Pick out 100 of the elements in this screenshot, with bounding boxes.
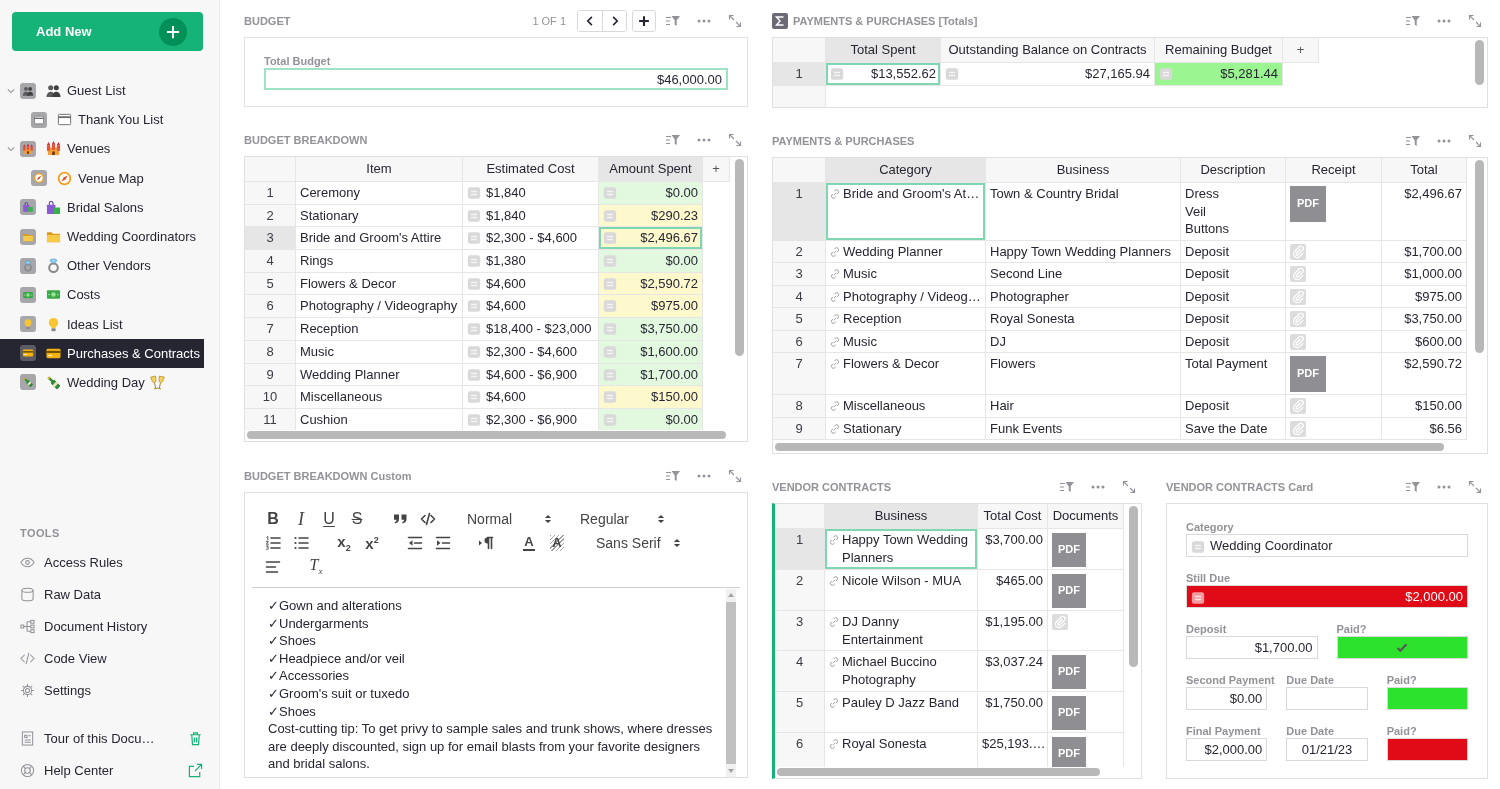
number-field[interactable]: $2,000.00 (1186, 738, 1268, 761)
superscript-button[interactable]: x$^{2}$ (358, 531, 386, 555)
choice-field[interactable]: Wedding Coordinator (1186, 534, 1468, 557)
date-field[interactable] (1286, 687, 1368, 710)
scroll-up-icon[interactable] (727, 591, 735, 599)
row-number[interactable]: 3 (775, 611, 825, 651)
row-number[interactable]: 4 (773, 285, 826, 308)
page-item[interactable]: Costs (0, 280, 204, 310)
vertical-scrollbar[interactable] (1475, 160, 1484, 353)
expand-icon[interactable] (727, 12, 743, 29)
horizontal-scrollbar[interactable] (777, 768, 1100, 776)
page-item[interactable]: Wedding Day (0, 367, 204, 398)
column-header[interactable]: Remaining Budget (1155, 38, 1283, 63)
formula-field[interactable]: $2,000.00 (1186, 585, 1468, 608)
subscript-button[interactable]: x$_{2}$ (330, 531, 358, 555)
column-header[interactable]: Total (1382, 158, 1467, 183)
external-link-icon[interactable] (188, 762, 203, 778)
add-record-button[interactable] (632, 9, 656, 32)
underline-button[interactable]: U (315, 507, 343, 531)
vertical-scrollbar[interactable] (1129, 506, 1138, 667)
vertical-scrollbar[interactable] (1475, 40, 1484, 85)
expand-icon[interactable] (1121, 478, 1137, 495)
paperclip-icon[interactable] (1290, 288, 1306, 305)
clear-format-button[interactable]: T$_{x}$ (302, 555, 330, 579)
expand-icon[interactable] (1467, 12, 1483, 29)
column-header[interactable]: Category (826, 158, 986, 183)
row-number[interactable]: 11 (245, 408, 296, 430)
page-item[interactable]: Venue Map (0, 163, 204, 193)
page-item[interactable]: Thank You List (0, 105, 204, 135)
row-number[interactable]: 2 (773, 240, 826, 263)
paid-toggle[interactable] (1386, 687, 1468, 710)
horizontal-scrollbar[interactable] (775, 443, 1444, 451)
add-column-button[interactable]: + (703, 157, 730, 182)
footer-link[interactable]: Tour of this Docu… (20, 730, 188, 746)
paperclip-icon[interactable] (1290, 311, 1306, 327)
column-header[interactable]: Item (296, 157, 463, 182)
tools-item[interactable]: Raw Data (0, 578, 203, 611)
row-number[interactable]: 6 (245, 295, 296, 319)
column-header[interactable]: Documents (1048, 504, 1124, 529)
column-header[interactable]: Outstanding Balance on Contracts (941, 38, 1155, 63)
row-number[interactable]: 3 (245, 227, 296, 251)
column-header[interactable]: Total Cost (978, 504, 1048, 529)
column-header[interactable]: Amount Spent (599, 157, 703, 182)
dropdown-select[interactable]: Normal (457, 507, 555, 531)
horizontal-scrollbar[interactable] (247, 431, 726, 439)
vertical-scrollbar[interactable] (735, 159, 744, 356)
row-number[interactable]: 1 (245, 182, 296, 205)
row-number[interactable]: 4 (245, 250, 296, 273)
row-number[interactable]: 10 (245, 386, 296, 409)
page-item[interactable]: Bridal Salons (0, 192, 204, 222)
row-number[interactable]: 8 (245, 340, 296, 364)
expand-icon[interactable] (1467, 478, 1483, 495)
paperclip-icon[interactable] (1290, 420, 1306, 437)
column-header[interactable]: Business (825, 504, 978, 529)
row-number[interactable]: 4 (775, 651, 825, 692)
row-number[interactable]: 8 (773, 395, 826, 418)
paperclip-icon[interactable] (1290, 333, 1306, 350)
column-header[interactable]: Business (986, 158, 1181, 183)
next-record-button[interactable] (602, 10, 626, 31)
tools-item[interactable]: Document History (0, 610, 203, 643)
scroll-down-icon[interactable] (727, 767, 735, 775)
paid-toggle[interactable] (1386, 738, 1468, 761)
paid-toggle[interactable] (1336, 636, 1468, 659)
trash-icon[interactable] (188, 730, 203, 746)
add-column-button[interactable]: + (1283, 38, 1319, 63)
number-field[interactable]: $1,700.00 (1186, 636, 1318, 659)
row-number[interactable]: 5 (245, 272, 296, 296)
row-number[interactable]: 5 (773, 308, 826, 331)
paperclip-icon[interactable] (1290, 243, 1306, 260)
italic-button[interactable]: I (287, 507, 315, 531)
column-header[interactable]: Estimated Cost (463, 157, 599, 182)
expand-icon[interactable] (727, 467, 743, 484)
row-number[interactable]: 6 (773, 330, 826, 353)
row-number[interactable]: 7 (245, 318, 296, 341)
text-color-button[interactable]: A (515, 531, 543, 555)
column-header[interactable]: Description (1181, 158, 1286, 183)
row-number[interactable]: 5 (775, 692, 825, 733)
number-field[interactable]: $0.00 (1186, 687, 1268, 710)
page-item[interactable]: Wedding Coordinators (0, 221, 204, 252)
tools-item[interactable]: Access Rules (0, 547, 203, 579)
row-number[interactable]: 1 (773, 183, 826, 241)
highlight-button[interactable]: A (543, 531, 571, 555)
paperclip-icon[interactable] (1290, 398, 1306, 414)
column-header[interactable]: Total Spent (826, 38, 941, 63)
tools-item[interactable]: Code View (0, 642, 203, 675)
row-number[interactable]: 6 (775, 733, 825, 767)
dropdown-select[interactable]: Regular (570, 507, 668, 531)
expand-icon[interactable] (1467, 132, 1483, 149)
paperclip-icon[interactable] (1052, 614, 1068, 630)
page-item[interactable]: Other Vendors (0, 251, 204, 281)
page-item[interactable]: Ideas List (0, 309, 204, 339)
row-number[interactable]: 2 (775, 570, 825, 611)
row-number[interactable]: 2 (245, 204, 296, 228)
row-number[interactable]: 3 (773, 263, 826, 286)
column-header[interactable]: Receipt (1286, 158, 1382, 183)
page-item[interactable]: Venues (0, 134, 204, 164)
new-row-cell[interactable] (773, 85, 826, 107)
expand-icon[interactable] (727, 131, 743, 148)
row-number[interactable]: 9 (773, 417, 826, 440)
row-number[interactable]: 1 (773, 63, 826, 86)
